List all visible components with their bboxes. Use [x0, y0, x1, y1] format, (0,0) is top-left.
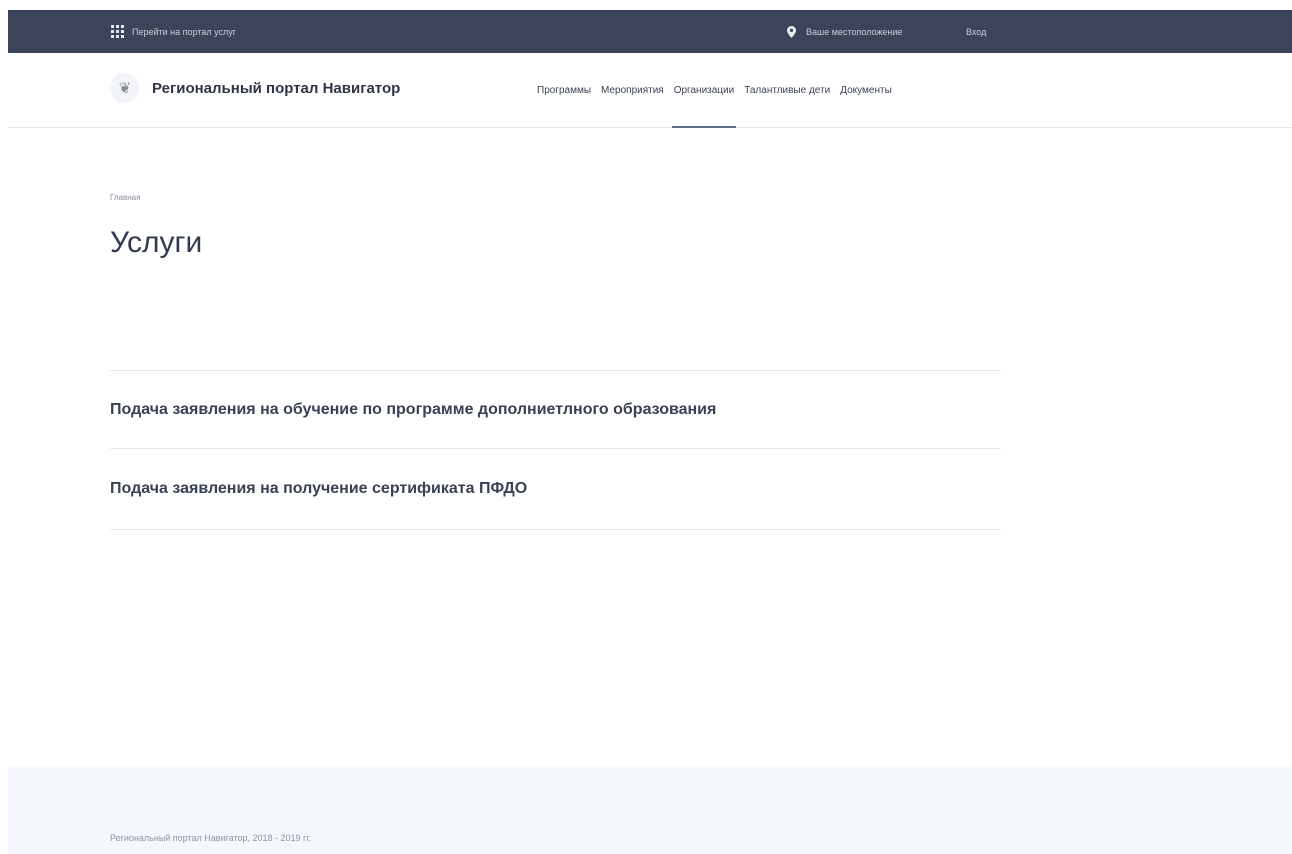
- service-item-education-application[interactable]: Подача заявления на обучение по программ…: [110, 371, 1001, 449]
- site-logo[interactable]: ❦ Региональный портал Навигатор: [110, 73, 400, 103]
- location-selector[interactable]: Ваше местоположение: [787, 10, 902, 53]
- nav-item-programs[interactable]: Программы: [532, 53, 596, 128]
- site-header: ❦ Региональный портал Навигатор Программ…: [8, 53, 1292, 128]
- footer-copyright: Региональный портал Навигатор, 2018 - 20…: [110, 833, 312, 843]
- location-pin-icon: [787, 25, 796, 38]
- login-link[interactable]: Вход: [966, 10, 986, 53]
- portal-link[interactable]: Перейти на портал услуг: [111, 10, 236, 53]
- page-title: Услуги: [110, 226, 203, 259]
- nav-item-events[interactable]: Мероприятия: [596, 53, 669, 128]
- nav-item-documents[interactable]: Документы: [835, 53, 897, 128]
- location-label: Ваше местоположение: [806, 26, 903, 37]
- site-title: Региональный портал Навигатор: [152, 79, 401, 97]
- emblem-icon: ❦: [110, 73, 140, 103]
- breadcrumb-home[interactable]: Главная: [110, 193, 140, 202]
- nav-item-talented-children[interactable]: Талантливые дети: [739, 53, 835, 128]
- site-footer: Региональный портал Навигатор, 2018 - 20…: [8, 766, 1292, 854]
- nav-item-organizations[interactable]: Организации: [669, 53, 739, 128]
- apps-grid-icon: [111, 25, 124, 38]
- services-list: Подача заявления на обучение по программ…: [110, 370, 1001, 530]
- main-nav: Программы Мероприятия Организации Талант…: [532, 53, 897, 128]
- top-bar: Перейти на портал услуг Ваше местоположе…: [8, 10, 1292, 53]
- service-item-certificate-application[interactable]: Подача заявления на получение сертификат…: [110, 449, 1001, 530]
- portal-link-label: Перейти на портал услуг: [132, 26, 237, 37]
